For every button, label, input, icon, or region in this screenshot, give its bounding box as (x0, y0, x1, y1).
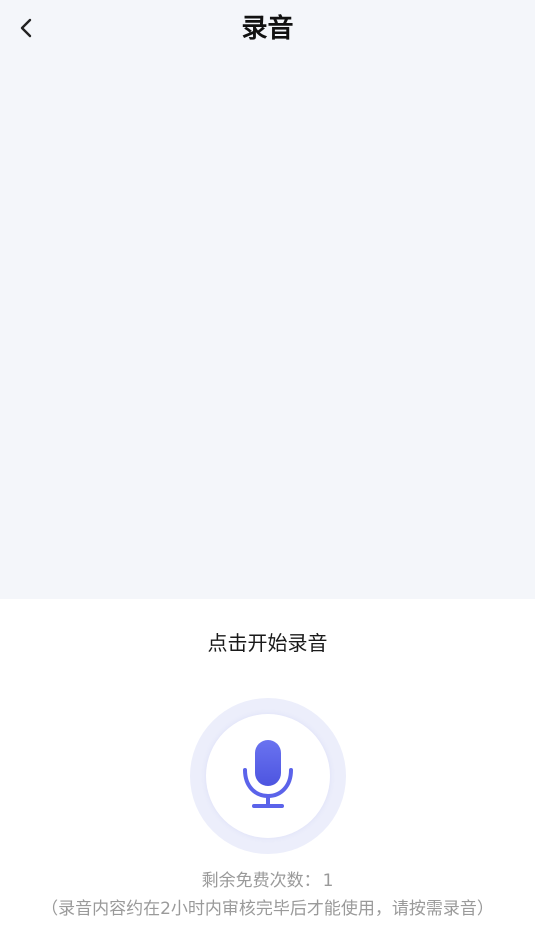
microphone-icon (240, 738, 296, 814)
preview-area: 录音 (0, 0, 535, 599)
header: 录音 (0, 0, 535, 60)
page-title: 录音 (241, 14, 294, 44)
remaining-count-label: 剩余免费次数： (201, 871, 321, 891)
record-hint: 点击开始录音 (207, 631, 328, 655)
record-button-inner (206, 714, 330, 838)
record-button[interactable] (190, 698, 346, 854)
remaining-count-value: 1 (322, 871, 334, 891)
remaining-count: 剩余免费次数： 1 (0, 869, 535, 893)
record-panel: 点击开始录音 剩余免费次数： 1 （录音内容约在2小时内审核完毕后才能使用，请按… (0, 599, 535, 951)
review-note: （录音内容约在2小时内审核完毕后才能使用，请按需录音） (41, 899, 494, 919)
